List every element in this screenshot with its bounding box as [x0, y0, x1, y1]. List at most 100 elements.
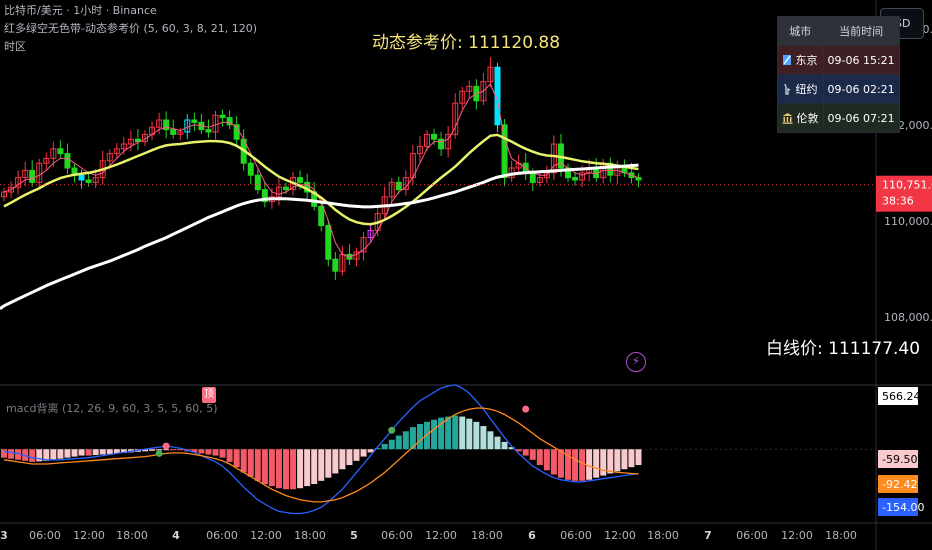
candle-body — [635, 177, 642, 181]
x-tick-label: 12:00 — [250, 529, 282, 542]
macd-hist-bar — [99, 449, 106, 455]
macd-hist-bar — [254, 449, 261, 481]
macd-hist-bar — [219, 449, 226, 458]
macd-hist-bar — [614, 449, 621, 472]
candle-body — [78, 174, 85, 181]
macd-hist-bar — [522, 449, 529, 456]
macd-hist-bar — [233, 449, 240, 468]
chart-stage[interactable]: 108,000.00110,000.00112,000.00114,000.00… — [0, 0, 932, 550]
macd-hist-bar — [170, 449, 177, 451]
candle-body — [325, 225, 332, 260]
macd-hist-bar — [628, 449, 635, 468]
macd-hist-bar — [621, 449, 628, 470]
macd-hist-bar — [466, 418, 473, 450]
macd-hist-bar — [395, 435, 402, 450]
macd-hist-bar — [290, 449, 297, 490]
macd-hist-bar — [494, 436, 501, 450]
macd-hist-bar — [388, 439, 395, 450]
macd-hist-bar — [550, 449, 557, 475]
macd-hist-bar — [353, 449, 360, 461]
macd-legend[interactable]: macd背离 (12, 26, 9, 60, 3, 5, 5, 60, 5) — [6, 400, 218, 416]
x-tick-label: 12:00 — [781, 529, 813, 542]
candle-body — [170, 129, 177, 135]
statue-liberty-icon — [784, 83, 791, 95]
x-tick-label: 18:00 — [471, 529, 503, 542]
x-tick-label: 7 — [704, 529, 712, 542]
dynamic-reference-price: 动态参考价: 111120.88 — [372, 33, 561, 53]
macd-hist-bar — [360, 449, 367, 457]
time-row-london: 伦敦 09-06 07:21 — [777, 103, 900, 133]
symbol-legend[interactable]: 比特币/美元 · 1小时 · Binance — [4, 2, 157, 18]
time-table: 城市 当前时间 东京 09-06 15:21 纽约 09-06 02:21 伦敦… — [777, 16, 900, 133]
macd-axis-label: 566.24 — [882, 390, 921, 403]
city-newyork: 纽约 — [795, 83, 818, 96]
y-tick-label: 108,000.00 — [884, 311, 932, 324]
macd-hist-bar — [29, 449, 36, 462]
time-london: 09-06 07:21 — [822, 103, 900, 133]
macd-hist-bar — [381, 443, 388, 450]
macd-hist-bar — [367, 449, 374, 453]
city-london: 伦敦 — [796, 112, 819, 125]
macd-hist-bar — [149, 449, 156, 451]
x-tick-label: 06:00 — [206, 529, 238, 542]
macd-hist-bar — [85, 449, 92, 456]
macd-hist-bar — [452, 415, 459, 450]
macd-hist-bar — [268, 449, 275, 487]
x-tick-label: 06:00 — [381, 529, 413, 542]
divergence-dot — [155, 449, 163, 457]
x-tick-label: 4 — [172, 529, 180, 542]
macd-hist-bar — [106, 449, 113, 454]
candle-body — [332, 258, 339, 272]
macd-hist-bar — [78, 449, 85, 456]
macd-hist-bar — [275, 449, 282, 489]
divergence-badge: 顶 — [202, 387, 216, 403]
time-header: 当前时间 — [822, 16, 900, 46]
macd-hist-bar — [607, 449, 614, 474]
countdown-label: 38:36 — [882, 195, 914, 208]
macd-hist-bar — [311, 449, 318, 485]
candle-body — [247, 162, 254, 176]
candle-body — [297, 177, 304, 183]
macd-hist-bar — [240, 449, 247, 473]
macd-hist-bar — [579, 449, 586, 481]
divergence-dot — [388, 426, 396, 434]
series-line — [0, 304, 5, 310]
x-tick-label: 06:00 — [560, 529, 592, 542]
x-tick-label: 6 — [528, 529, 536, 542]
candle-body — [29, 169, 36, 183]
macd-hist-bar — [459, 416, 466, 450]
macd-axis-label: -154.00 — [882, 501, 924, 514]
x-tick-label: 06:00 — [29, 529, 61, 542]
candle-body — [318, 205, 325, 227]
macd-hist-bar — [205, 449, 212, 455]
macd-hist-bar — [473, 421, 480, 450]
indicator-legend[interactable]: 红多绿空无色带-动态参考价 (5, 60, 3, 8, 21, 120) — [4, 20, 257, 36]
macd-hist-bar — [283, 449, 289, 490]
city-tokyo: 东京 — [795, 54, 818, 67]
city-header: 城市 — [777, 16, 824, 46]
white-line-price: 白线价: 111177.40 — [766, 339, 921, 359]
macd-hist-bar — [71, 449, 78, 457]
macd-hist-bar — [64, 449, 71, 458]
macd-hist-bar — [593, 449, 600, 478]
candle-body — [395, 181, 402, 191]
macd-hist-bar — [50, 449, 57, 460]
candle-body — [85, 179, 92, 183]
timezone-legend: 时区 — [4, 40, 26, 53]
macd-hist-bar — [529, 449, 536, 460]
macd-hist-bar — [480, 426, 487, 450]
macd-hist-bar — [557, 449, 564, 478]
y-tick-label: 110,000.00 — [884, 215, 932, 228]
macd-hist-bar — [261, 449, 268, 485]
x-tick-label: 12:00 — [604, 529, 636, 542]
macd-axis-label: -59.50 — [882, 453, 917, 466]
time-tokyo: 09-06 15:21 — [822, 45, 900, 75]
macd-hist-bar — [402, 431, 409, 450]
lightning-icon[interactable]: ⚡ — [626, 352, 646, 372]
macd-hist-bar — [600, 449, 607, 476]
time-table-header: 城市 当前时间 — [777, 16, 900, 46]
macd-hist-bar — [212, 449, 219, 456]
x-tick-label: 06:00 — [736, 529, 768, 542]
macd-hist-bar — [543, 449, 550, 471]
candle-body — [205, 129, 212, 133]
